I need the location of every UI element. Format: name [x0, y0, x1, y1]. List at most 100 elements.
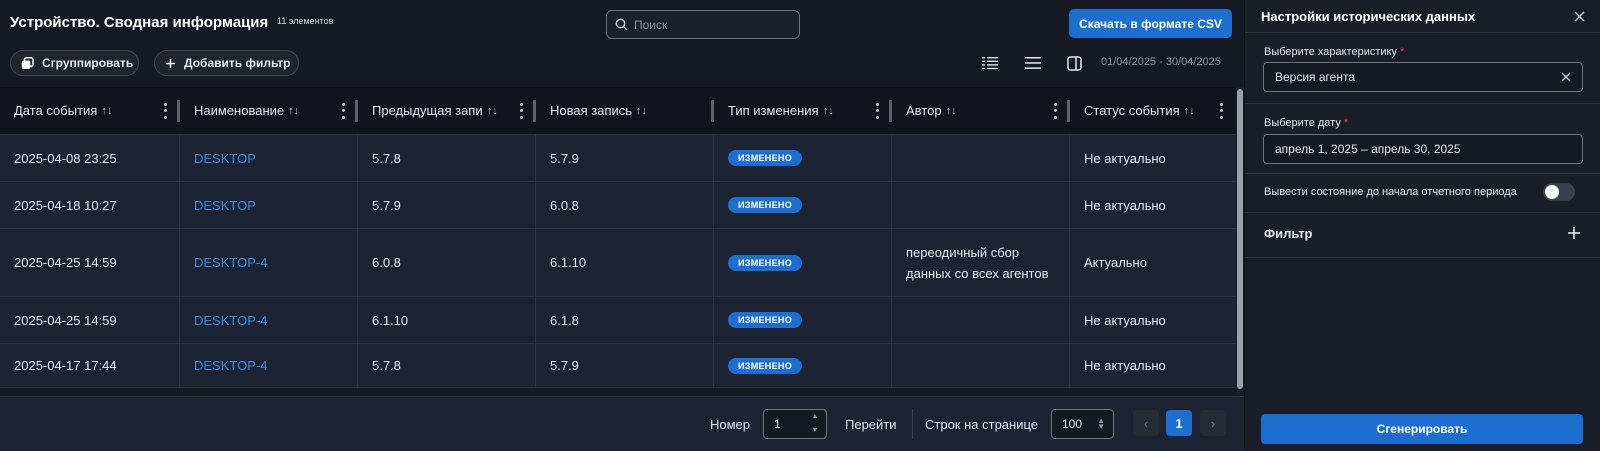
- page-number-input[interactable]: 1 ▲ ▼: [763, 409, 827, 439]
- cell-previous: 5.7.8: [358, 135, 536, 181]
- sort-icon[interactable]: ↑↓: [636, 105, 647, 117]
- author-text: переодичный сбор данных со всех агентов: [906, 244, 1049, 281]
- cell-status: Не актуально: [1084, 150, 1166, 166]
- column-menu-icon[interactable]: [342, 102, 346, 119]
- cell-name-link[interactable]: DESKTOP-4: [180, 229, 358, 296]
- go-to-page-button[interactable]: Перейти: [845, 417, 897, 432]
- date-range-picker[interactable]: апрель 1, 2025 – апрель 30, 2025: [1263, 134, 1583, 164]
- panel-title: Настройки исторических данных: [1261, 9, 1476, 24]
- add-filter-label: Добавить фильтр: [184, 56, 291, 70]
- column-header-status[interactable]: Статус события ↑↓: [1070, 87, 1236, 135]
- column-menu-icon[interactable]: [520, 102, 524, 119]
- table-row[interactable]: 2025-04-25 14:59 DESKTOP-4 6.1.10 6.1.8 …: [0, 297, 1236, 344]
- cell-name-link[interactable]: DESKTOP-4: [180, 297, 358, 343]
- sort-icon[interactable]: ↑↓: [101, 105, 112, 117]
- cell-previous: 6.0.8: [358, 229, 536, 296]
- cell-name-link[interactable]: DESKTOP: [180, 182, 358, 228]
- table-scrollbar[interactable]: [1236, 87, 1244, 395]
- group-button-label: Сгруппировать: [42, 56, 134, 70]
- table-row[interactable]: 2025-04-25 14:59 DESKTOP-4 6.0.8 6.1.10 …: [0, 229, 1236, 297]
- cell-status: Не актуально: [1084, 312, 1166, 328]
- rows-per-page-select[interactable]: 100 ▲ ▼: [1051, 409, 1114, 439]
- main-area: Устройство. Сводная информация 11 элемен…: [0, 0, 1244, 451]
- table-row[interactable]: 2025-04-08 23:25 DESKTOP 5.7.8 5.7.9 ИЗМ…: [0, 135, 1236, 182]
- pre-period-toggle[interactable]: [1543, 183, 1575, 201]
- filter-section-title: Фильтр: [1264, 226, 1313, 241]
- date-range-value: апрель 1, 2025 – апрель 30, 2025: [1275, 142, 1461, 156]
- column-menu-icon[interactable]: [876, 102, 880, 119]
- list-view-icon[interactable]: [1022, 52, 1044, 74]
- cell-change-type: ИЗМЕНЕНО: [714, 344, 892, 387]
- clear-icon[interactable]: [1560, 71, 1572, 83]
- column-menu-icon[interactable]: [1220, 102, 1224, 119]
- search-box[interactable]: [606, 10, 800, 39]
- cell-author: [892, 182, 1070, 228]
- required-mark: *: [1343, 117, 1349, 129]
- cell-status: Актуально: [1084, 255, 1147, 270]
- cell-author: переодичный сбор данных со всех агентов: [892, 229, 1070, 296]
- current-page-button[interactable]: 1: [1166, 410, 1192, 436]
- plus-icon: [165, 58, 176, 69]
- scrollbar-thumb[interactable]: [1237, 89, 1243, 389]
- download-csv-button[interactable]: Скачать в формате CSV: [1069, 9, 1232, 38]
- column-header-name[interactable]: Наименование ↑↓: [180, 87, 358, 135]
- step-down-icon[interactable]: ▼: [812, 427, 819, 435]
- pre-period-toggle-label: Вывести состояние до начала отчетного пе…: [1264, 186, 1517, 198]
- column-menu-icon[interactable]: [1054, 102, 1058, 119]
- divider: [1245, 212, 1600, 213]
- cell-date: 2025-04-17 17:44: [0, 344, 180, 387]
- divider: [1245, 173, 1600, 174]
- add-filter-button[interactable]: Добавить фильтр: [154, 50, 299, 76]
- date-range: 01/04/2025 - 30/04/2025: [1101, 56, 1221, 68]
- table-header: Дата события ↑↓ Наименование ↑↓ Предыдущая…: [0, 87, 1236, 135]
- divider: [1245, 32, 1600, 33]
- column-header-date[interactable]: Дата события ↑↓: [0, 87, 180, 135]
- cell-date: 2025-04-18 10:27: [0, 182, 180, 228]
- characteristic-label: Выберите характеристику *: [1264, 46, 1405, 58]
- cell-name-link[interactable]: DESKTOP-4: [180, 344, 358, 387]
- characteristic-value: Версия агента: [1275, 70, 1356, 84]
- columns-panel-icon[interactable]: [1063, 52, 1085, 74]
- next-page-button[interactable]: ›: [1200, 410, 1226, 436]
- table-row[interactable]: 2025-04-18 10:27 DESKTOP 5.7.9 6.0.8 ИЗМ…: [0, 182, 1236, 229]
- cell-status: Не актуально: [1084, 197, 1166, 213]
- rows-per-page-value: 100: [1062, 417, 1083, 431]
- column-header-previous[interactable]: Предыдущая запи ↑↓: [358, 87, 536, 135]
- rows-per-page-label: Строк на странице: [925, 417, 1039, 432]
- page-number-label: Номер: [710, 417, 751, 432]
- cell-previous: 5.7.8: [358, 344, 536, 387]
- cell-previous: 5.7.9: [358, 182, 536, 228]
- cell-new: 6.0.8: [536, 182, 714, 228]
- close-icon[interactable]: [1571, 8, 1587, 24]
- cell-author: [892, 135, 1070, 181]
- page-stepper[interactable]: ▲ ▼: [808, 413, 822, 435]
- cell-name-link[interactable]: DESKTOP: [180, 135, 358, 181]
- cell-new: 5.7.9: [536, 135, 714, 181]
- sort-icon[interactable]: ↑↓: [288, 105, 299, 117]
- search-input[interactable]: [634, 17, 784, 32]
- column-header-change-type[interactable]: Тип изменения ↑↓: [714, 87, 892, 135]
- characteristic-select[interactable]: Версия агента: [1263, 62, 1583, 92]
- prev-page-button[interactable]: ‹: [1133, 410, 1159, 436]
- search-icon: [615, 18, 628, 31]
- density-icon[interactable]: [979, 52, 1001, 74]
- sort-icon[interactable]: ↑↓: [946, 105, 957, 117]
- cell-change-type: ИЗМЕНЕНО: [714, 182, 892, 228]
- add-filter-icon[interactable]: [1566, 225, 1582, 241]
- change-type-badge: ИЗМЕНЕНО: [728, 197, 803, 213]
- sort-icon[interactable]: ↑↓: [823, 105, 834, 117]
- sort-icon[interactable]: ↑↓: [1184, 105, 1195, 117]
- group-button[interactable]: Сгруппировать: [10, 50, 139, 76]
- change-type-badge: ИЗМЕНЕНО: [728, 357, 803, 374]
- cell-status: Не актуально: [1084, 358, 1166, 373]
- events-table: Дата события ↑↓ Наименование ↑↓ Предыдущая…: [0, 87, 1236, 388]
- sort-icon[interactable]: ↑↓: [487, 105, 498, 117]
- column-header-new[interactable]: Новая запись ↑↓: [536, 87, 714, 135]
- step-up-icon[interactable]: ▲: [812, 413, 819, 421]
- cell-new: 6.1.10: [536, 229, 714, 296]
- date-label: Выберите дату *: [1264, 117, 1349, 129]
- generate-button[interactable]: Сгенерировать: [1261, 414, 1583, 444]
- table-row[interactable]: 2025-04-17 17:44 DESKTOP-4 5.7.8 5.7.9 И…: [0, 344, 1236, 388]
- column-header-author[interactable]: Автор ↑↓: [892, 87, 1070, 135]
- column-menu-icon[interactable]: [164, 102, 168, 119]
